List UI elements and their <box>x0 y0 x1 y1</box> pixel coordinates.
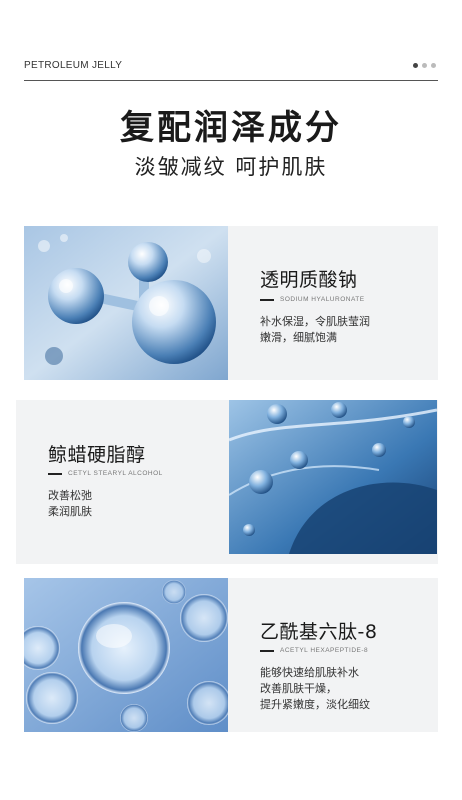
ingredient-description: 能够快速给肌肤补水 改善肌肤干燥， 提升紧嫩度，淡化细纹 <box>260 665 370 713</box>
ingredient-name: 乙酰基六肽-8 <box>260 621 378 643</box>
brand-label: PETROLEUM JELLY <box>24 60 123 71</box>
page-title: 复配润泽成分 <box>120 108 342 148</box>
description-line: 补水保湿，令肌肤莹润 <box>260 315 370 328</box>
ingredient-description: 改善松弛 柔润肌肤 <box>48 488 92 520</box>
dot <box>422 63 427 68</box>
pagination-dots <box>413 63 436 68</box>
description-line: 改善松弛 <box>48 489 92 502</box>
dash <box>260 298 274 301</box>
dash <box>260 649 274 652</box>
header-bar: PETROLEUM JELLY <box>24 60 438 82</box>
molecule-image <box>24 226 228 380</box>
ingredient-name: 鲸蜡硬脂醇 <box>48 444 146 466</box>
bubbles-image <box>24 578 228 732</box>
description-line: 提升紧嫩度，淡化细纹 <box>260 698 370 711</box>
ingredient-en-name: CETYL STEARYL ALCOHOL <box>68 470 163 477</box>
dot <box>431 63 436 68</box>
ingredient-en-name: ACETYL HEXAPEPTIDE-8 <box>280 647 369 654</box>
ingredient-name: 透明质酸钠 <box>260 269 358 291</box>
description-line: 改善肌肤干燥， <box>260 682 337 695</box>
header-divider <box>24 80 438 81</box>
ingredient-en-row: CETYL STEARYL ALCOHOL <box>48 470 163 477</box>
description-line: 柔润肌肤 <box>48 505 92 518</box>
description-line: 嫩滑，细腻饱满 <box>260 331 337 344</box>
dot-active <box>413 63 418 68</box>
ingredient-description: 补水保湿，令肌肤莹润 嫩滑，细腻饱满 <box>260 314 370 346</box>
page-subtitle: 淡皱减纹 呵护肌肤 <box>134 155 328 179</box>
water-splash-image <box>229 400 437 554</box>
description-line: 能够快速给肌肤补水 <box>260 666 359 679</box>
ingredient-en-name: SODIUM HYALURONATE <box>280 296 365 303</box>
ingredient-en-row: ACETYL HEXAPEPTIDE-8 <box>260 647 368 654</box>
ingredient-en-row: SODIUM HYALURONATE <box>260 296 365 303</box>
dash <box>48 472 62 475</box>
